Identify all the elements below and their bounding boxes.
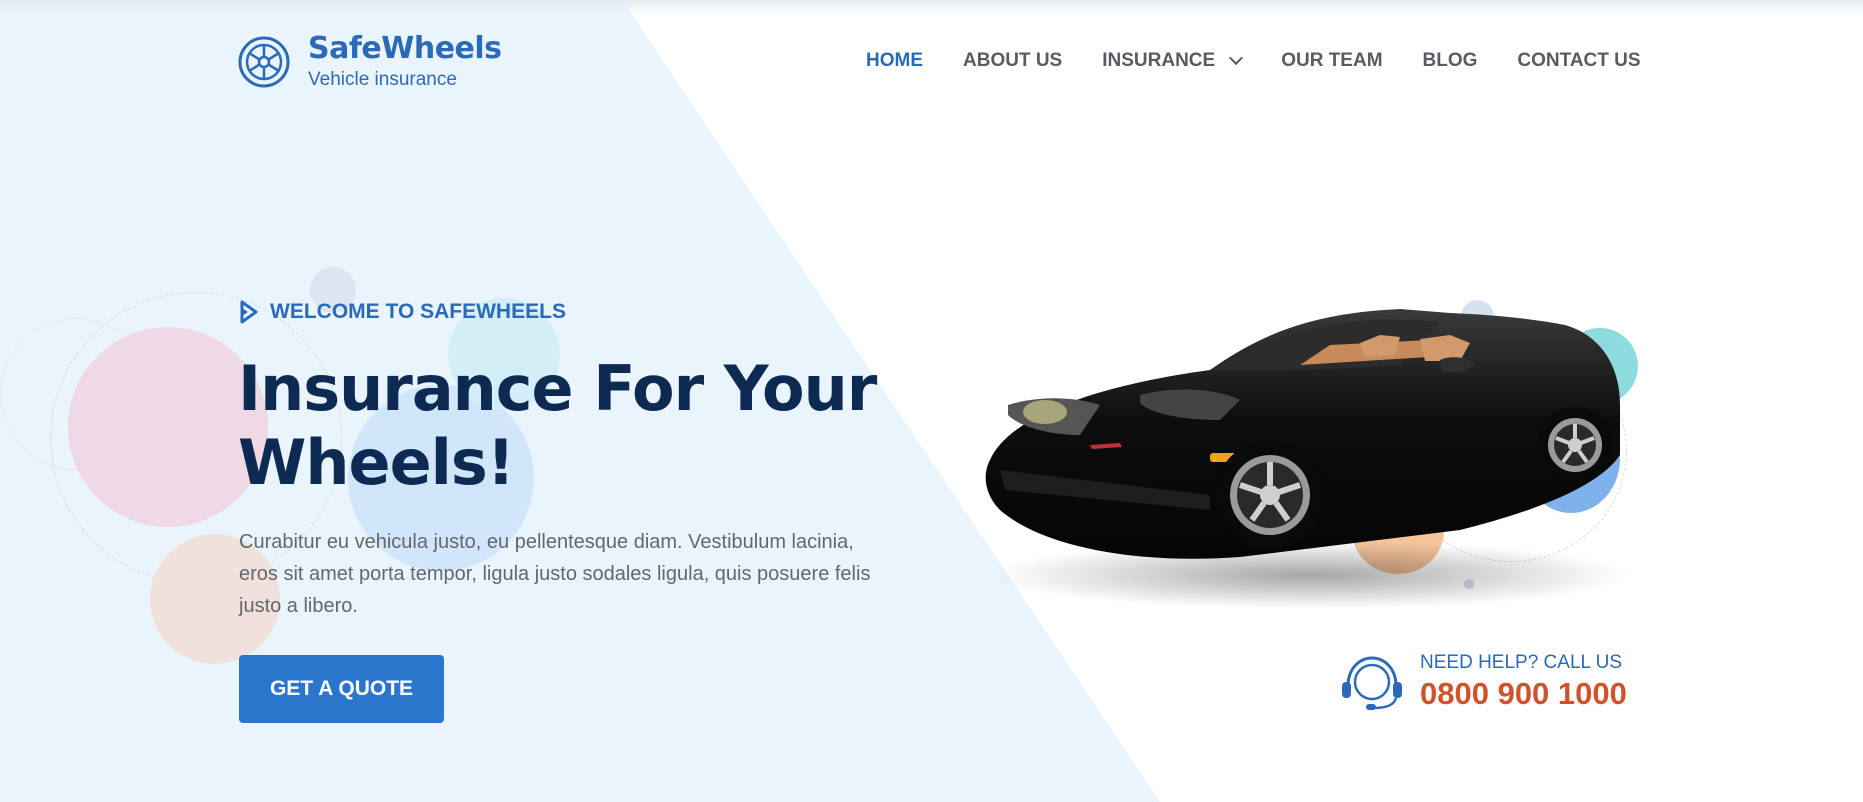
nav-label: CONTACT US [1517, 50, 1641, 71]
nav-item-contact-us[interactable]: CONTACT US [1517, 50, 1640, 72]
header-shadow [0, 0, 1863, 14]
help-phone-number[interactable]: 0800 900 1000 [1420, 676, 1627, 712]
nav-item-our-team[interactable]: OUR TEAM [1281, 50, 1382, 72]
nav-label: HOME [866, 50, 923, 71]
nav-label: INSURANCE [1102, 50, 1216, 71]
nav-label: OUR TEAM [1281, 50, 1383, 71]
help-call-block: NEED HELP? CALL US 0800 900 1000 [1338, 652, 1627, 712]
logo[interactable]: SafeWheels Vehicle insurance [238, 33, 502, 91]
wheel-icon [238, 36, 290, 88]
car-image [985, 309, 1630, 609]
nav-item-blog[interactable]: BLOG [1423, 50, 1478, 72]
help-label: NEED HELP? CALL US [1420, 652, 1623, 673]
hero-eyebrow: WELCOME TO SAFEWHEELS [240, 300, 566, 324]
chevron-down-icon [1229, 50, 1244, 66]
nav-label: BLOG [1422, 50, 1478, 71]
headset-icon [1342, 656, 1402, 710]
play-arrow-icon [240, 300, 258, 324]
nav-item-insurance[interactable]: INSURANCE [1102, 50, 1244, 72]
hero-description: Curabitur eu vehicula justo, eu pellente… [239, 531, 871, 617]
hero-headline: Insurance For Your Wheels! [238, 352, 938, 500]
nav-item-about-us[interactable]: ABOUT US [963, 50, 1062, 72]
headline-line-2: Wheels! [238, 426, 515, 499]
eyebrow-text: WELCOME TO SAFEWHEELS [270, 300, 566, 323]
brand-tagline: Vehicle insurance [308, 69, 457, 90]
headline-line-1: Insurance For Your [238, 352, 877, 425]
brand-name: SafeWheels [308, 31, 502, 66]
get-a-quote-button[interactable]: GET A QUOTE [239, 655, 444, 723]
nav-item-home[interactable]: HOME [866, 50, 923, 72]
main-nav: HOME ABOUT US INSURANCE OUR TEAM BLOG CO… [866, 50, 1641, 72]
nav-label: ABOUT US [963, 50, 1063, 71]
